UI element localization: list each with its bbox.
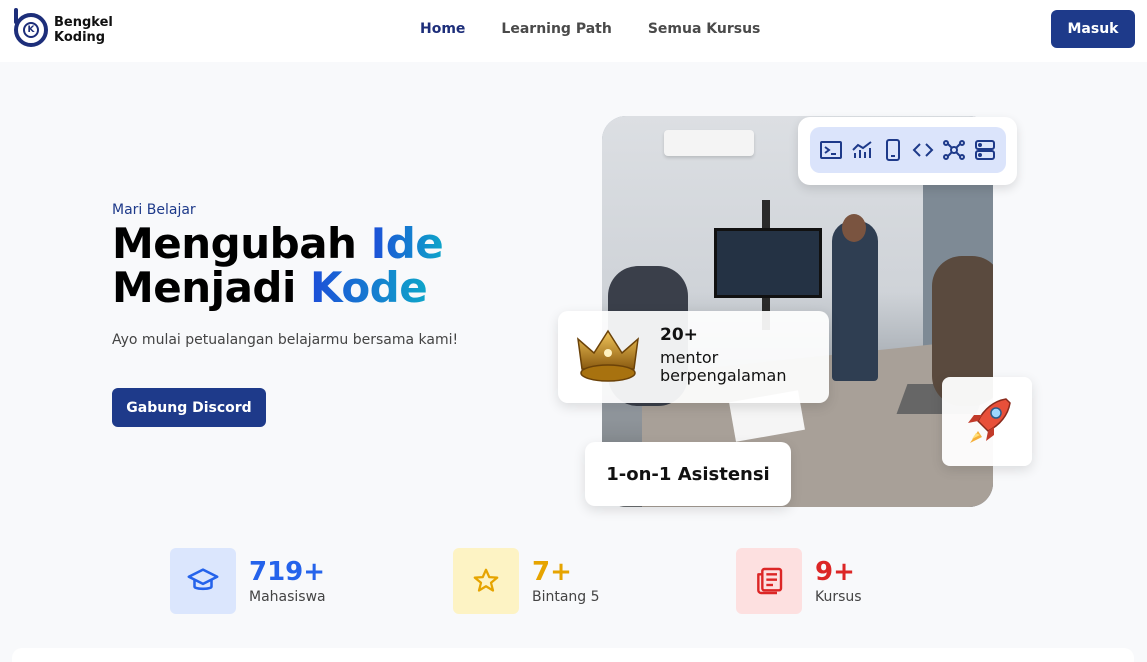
mentor-line2: berpengalaman [660, 366, 787, 385]
stat-label-mahasiswa: Mahasiswa [249, 589, 326, 605]
brand-name-line1: Bengkel [54, 15, 113, 30]
nav-item-home[interactable]: Home [420, 21, 465, 37]
headline-line1-accent: Ide [370, 219, 444, 268]
rocket-icon [968, 397, 1011, 443]
chart-icon [850, 138, 874, 162]
assist-card: 1-on-1 Asistensi [585, 442, 791, 506]
stat-label-kursus: Kursus [815, 589, 862, 605]
stat-bintang: 7+ Bintang 5 [453, 548, 600, 614]
hero-subtext: Ayo mulai petualangan belajarmu bersama … [112, 332, 459, 348]
network-icon [942, 138, 966, 162]
nav-item-semua-kursus[interactable]: Semua Kursus [648, 21, 761, 37]
mentor-description: mentor berpengalaman [660, 349, 786, 385]
join-discord-button[interactable]: Gabung Discord [112, 388, 266, 427]
hero-eyebrow: Mari Belajar [112, 202, 196, 218]
headline-line1-plain: Mengubah [112, 219, 371, 268]
stat-value-bintang: 7+ [532, 557, 572, 587]
brand-logo[interactable]: K Bengkel Koding [14, 8, 113, 47]
stat-kursus: 9+ Kursus [736, 548, 862, 614]
mobile-icon [881, 138, 905, 162]
terminal-icon [819, 138, 843, 162]
graduation-cap-icon [170, 548, 236, 614]
stat-label-bintang: Bintang 5 [532, 589, 600, 605]
headline-line2-accent: Kode [310, 263, 428, 312]
server-icon [973, 138, 997, 162]
rocket-card [942, 377, 1032, 466]
stat-value-kursus: 9+ [815, 557, 855, 587]
login-button[interactable]: Masuk [1051, 10, 1135, 48]
main-nav: Home Learning Path Semua Kursus [420, 21, 760, 37]
stat-mahasiswa: 719+ Mahasiswa [170, 548, 326, 614]
brand-name: Bengkel Koding [54, 15, 113, 45]
mentor-count: 20+ [660, 325, 698, 345]
mentor-stat-card: 20+ mentor berpengalaman [558, 311, 829, 403]
top-navbar: K Bengkel Koding Home Learning Path Semu… [0, 0, 1147, 62]
tech-icon-card [798, 117, 1017, 185]
crown-icon [576, 329, 640, 382]
brand-name-line2: Koding [54, 30, 106, 45]
star-icon [453, 548, 519, 614]
mentor-line1: mentor [660, 348, 719, 367]
code-icon [911, 138, 935, 162]
newspaper-icon [736, 548, 802, 614]
nav-item-learning-path[interactable]: Learning Path [501, 21, 611, 37]
next-section-card [12, 648, 1134, 662]
headline-line2-plain: Menjadi [112, 263, 311, 312]
stat-value-mahasiswa: 719+ [249, 557, 326, 587]
logo-mark-icon: K [14, 8, 48, 47]
tech-icon-strip [810, 127, 1006, 173]
hero-headline: Mengubah Ide Menjadi Kode [112, 219, 444, 312]
